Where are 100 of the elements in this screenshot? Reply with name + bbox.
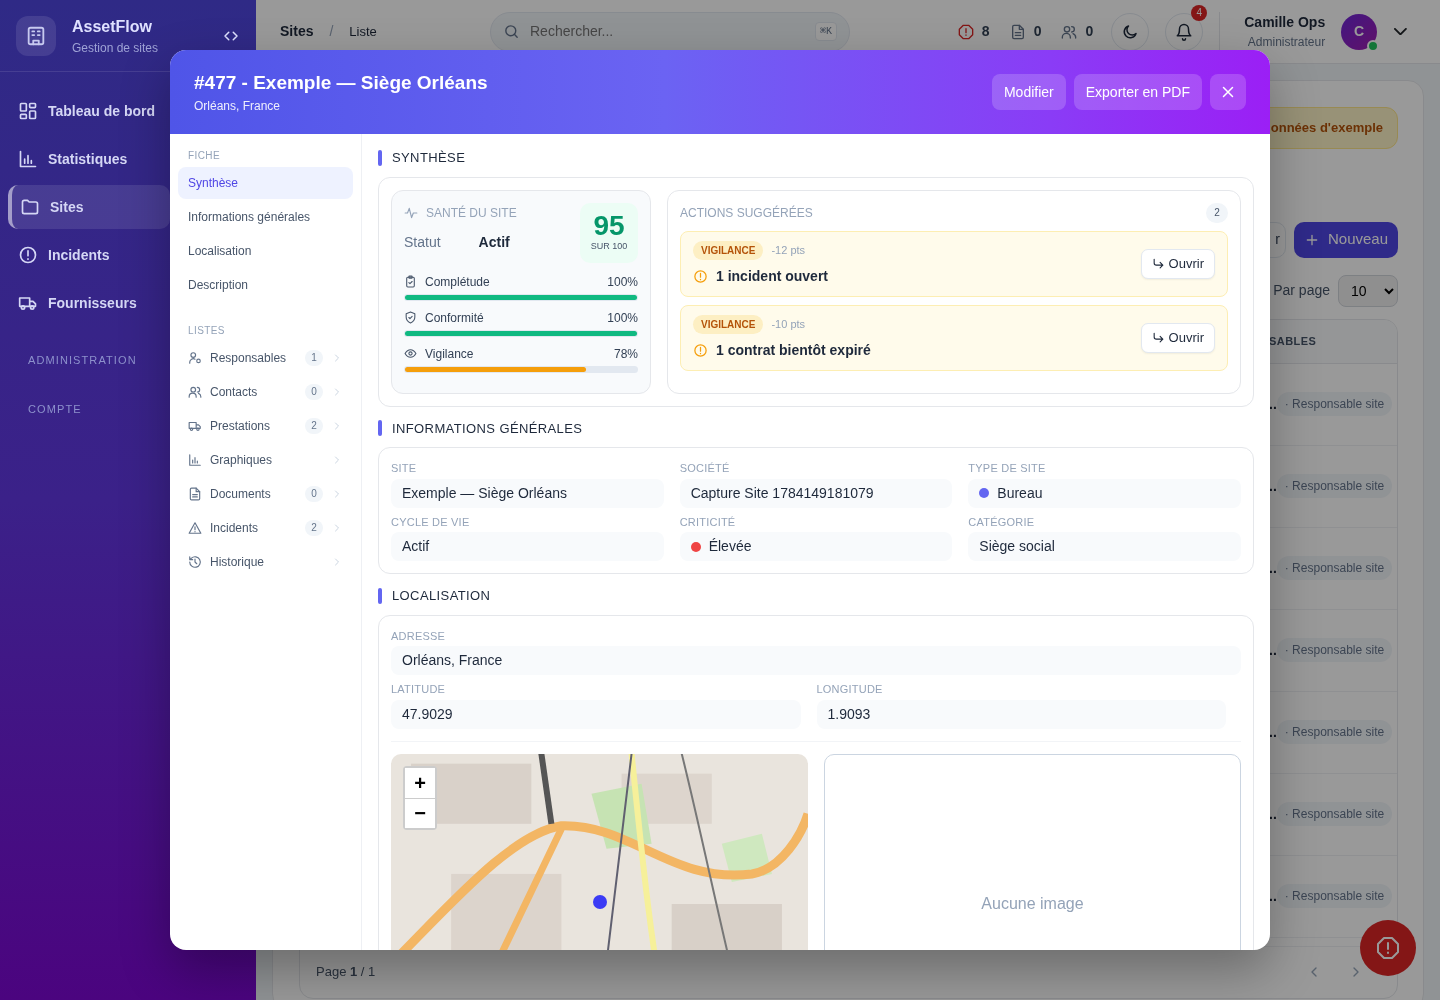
nav-item[interactable]: Contacts 0	[178, 376, 353, 408]
sidebar-item[interactable]: Sites	[8, 185, 170, 229]
nav-item[interactable]: Responsables 1	[178, 342, 353, 374]
dialog-title: #477 - Exemple — Siège Orléans	[194, 70, 489, 95]
chevron-down-icon	[1394, 27, 1407, 36]
field-label: CYCLE DE VIE	[391, 514, 471, 530]
nav-item[interactable]: Documents 0	[178, 478, 353, 510]
nav-item[interactable]: Synthèse	[178, 167, 353, 199]
sidebar-item[interactable]: Fournisseurs	[8, 281, 170, 325]
sidebar-item[interactable]: Tableau de bord	[8, 89, 170, 133]
nav-section-label: LISTES	[187, 324, 226, 338]
role-tag: · Responsable site	[1276, 474, 1393, 498]
field-label: ADRESSE	[391, 628, 447, 644]
nav-item[interactable]: Description	[178, 269, 353, 301]
section-heading: INFORMATIONS GÉNÉRALES	[392, 419, 583, 438]
brand-name: AssetFlow	[72, 16, 153, 37]
bar-chart-icon	[188, 453, 202, 467]
building-icon	[25, 24, 47, 47]
users-icon	[1061, 23, 1078, 40]
shield-check-icon	[404, 311, 417, 324]
field-value: Élevée	[708, 537, 752, 556]
breadcrumb-link[interactable]: Sites	[280, 21, 314, 42]
clipboard-check-icon	[404, 275, 417, 288]
panel-title: ACTIONS SUGGÉRÉES	[680, 204, 813, 222]
open-button[interactable]: Ouvrir	[1140, 322, 1215, 353]
user-avatar[interactable]: C	[1341, 13, 1378, 50]
warning-icon	[693, 268, 708, 284]
folder-icon	[20, 197, 40, 217]
truck-icon	[188, 419, 202, 433]
close-button[interactable]	[1210, 74, 1246, 110]
per-page-label: Par page	[1273, 281, 1330, 300]
table-cell-text: ..	[1269, 886, 1277, 906]
field-label: TYPE DE SITE	[968, 461, 1047, 476]
new-button[interactable]: Nouveau	[1293, 221, 1398, 258]
category-tag: VIGILANCE	[693, 240, 764, 260]
sidebar-item[interactable]: Incidents	[8, 233, 170, 277]
nav-item[interactable]: Incidents 2	[178, 512, 353, 544]
field-label: LATITUDE	[391, 682, 447, 697]
field-value: Actif	[402, 537, 430, 556]
role-tag: · Responsable site	[1276, 884, 1393, 908]
table-cell-text: ..	[1269, 476, 1277, 496]
breadcrumb-separator: /	[329, 22, 334, 41]
field-value: Orléans, France	[402, 651, 503, 670]
warning-triangle-icon	[188, 521, 202, 535]
moon-icon	[1121, 22, 1140, 41]
octagon-alert-icon	[957, 23, 974, 40]
user-gear-icon	[188, 351, 202, 365]
field-value: Capture Site 1784149181079	[690, 483, 874, 503]
status-value: Actif	[478, 232, 510, 252]
metric-value: 100%	[607, 309, 638, 327]
notification-badge: 4	[1191, 4, 1208, 21]
section-label: COMPTE	[27, 402, 83, 417]
field-label: SITE	[391, 461, 418, 476]
warning-icon	[693, 342, 708, 358]
table-cell-text: ..	[1269, 558, 1277, 578]
field-label: SOCIÉTÉ	[679, 461, 731, 476]
document-icon	[1009, 23, 1026, 40]
section-label: ADMINISTRATION	[27, 353, 138, 368]
role-tag: · Responsable site	[1276, 802, 1393, 826]
zoom-out-button[interactable]: −	[405, 797, 435, 828]
nav-item[interactable]: Historique	[178, 546, 353, 578]
metric-value: 78%	[613, 345, 638, 363]
role-tag: · Responsable site	[1276, 392, 1393, 416]
section-heading: LOCALISATION	[392, 587, 491, 605]
nav-item[interactable]: Graphiques	[178, 444, 353, 476]
eye-icon	[404, 347, 417, 360]
metric-label: Complétude	[425, 273, 490, 291]
per-page-select[interactable]: 10	[1338, 274, 1398, 307]
action-text: 1 incident ouvert	[716, 266, 829, 286]
points-text: -10 pts	[771, 316, 806, 332]
page-indicator: Page 1 / 1	[316, 963, 376, 982]
field-value: 47.9029	[402, 704, 453, 724]
search-icon	[503, 23, 520, 40]
score-value: 95	[593, 211, 625, 240]
nav-item[interactable]: Localisation	[178, 235, 353, 267]
history-icon	[188, 555, 202, 569]
octagon-alert-icon	[1376, 936, 1400, 960]
field-value: Bureau	[997, 483, 1043, 503]
edit-button[interactable]: Modifier	[991, 74, 1066, 110]
column-header: SABLES	[1269, 333, 1318, 349]
user-menu-caret[interactable]	[1393, 26, 1408, 37]
bar-chart-icon	[18, 149, 38, 169]
score-caption: SUR 100	[590, 239, 628, 253]
sidebar-item[interactable]: Statistiques	[8, 137, 170, 181]
metric-label: Vigilance	[425, 345, 474, 363]
nav-item[interactable]: Informations générales	[178, 201, 353, 233]
alert-icon	[18, 245, 38, 265]
document-icon	[188, 487, 202, 501]
brand-tagline: Gestion de sites	[72, 39, 160, 57]
export-button[interactable]: Exporter en PDF	[1073, 74, 1202, 110]
table-cell-text: ..	[1269, 394, 1277, 414]
nav-item[interactable]: Prestations 2	[178, 410, 353, 442]
search-bar[interactable]: Rechercher... ⌘K	[490, 11, 850, 52]
table-cell-text: ..	[1269, 804, 1277, 824]
search-input[interactable]: Rechercher...	[528, 20, 807, 43]
action-text: 1 contrat bientôt expiré	[716, 340, 871, 360]
user-role: Administrateur	[1246, 34, 1326, 51]
open-button[interactable]: Ouvrir	[1140, 248, 1215, 279]
theme-toggle[interactable]	[1111, 12, 1150, 51]
shortcut-key: ⌘K	[814, 22, 837, 41]
